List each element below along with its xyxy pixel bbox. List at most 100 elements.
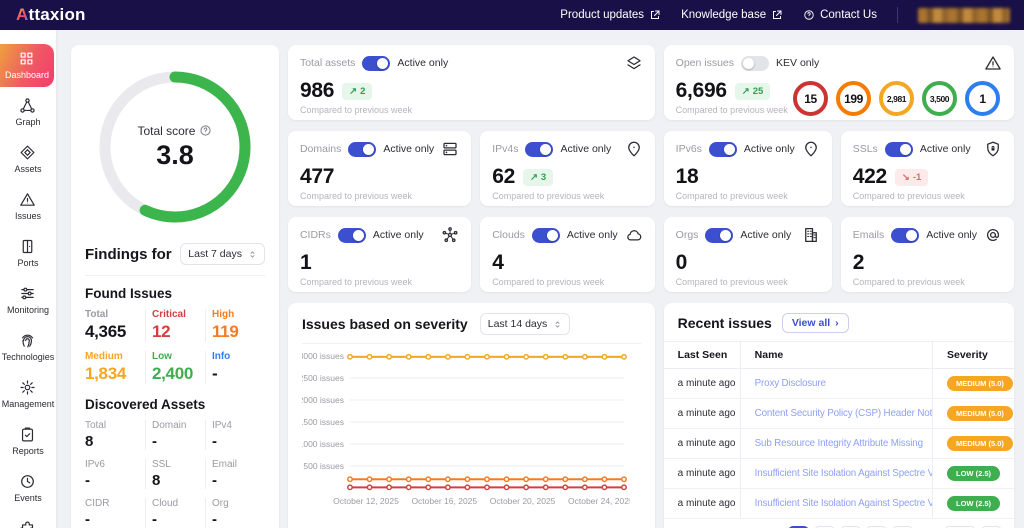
- location-pin-icon: [802, 140, 820, 158]
- stat-value: -: [152, 433, 199, 450]
- main-content: Total score 3.8 Findings for Last 7 days…: [56, 30, 1024, 528]
- stat-card-note: Compared to previous week: [853, 191, 1002, 201]
- graph-icon: [19, 97, 36, 114]
- sidebar-item-label: Monitoring: [7, 305, 49, 315]
- chart-range-select[interactable]: Last 14 days: [480, 313, 571, 335]
- sidebar-item-management[interactable]: Management: [0, 373, 56, 416]
- toggle-knob: [540, 144, 551, 155]
- attaxion-logo[interactable]: Attaxion: [16, 5, 86, 25]
- severity-ring-medium: 2,981: [879, 81, 914, 116]
- stat-label: IPv4: [212, 420, 259, 431]
- ipv4s-toggle[interactable]: [525, 142, 553, 157]
- issue-link[interactable]: Insufficient Site Isolation Against Spec…: [740, 489, 932, 518]
- clouds-toggle[interactable]: [532, 228, 560, 243]
- discovered-assets-grid: Total 8Domain -IPv4 -IPv6 -SSL 8Email -C…: [85, 420, 265, 528]
- sidebar-item-label: Dashboard: [5, 70, 49, 80]
- issue-link[interactable]: Insufficient Site Isolation Against Spec…: [740, 459, 932, 488]
- question-circle-icon[interactable]: [199, 124, 212, 137]
- sidebar-item-integrations[interactable]: Integrations: [0, 514, 56, 528]
- stat-card-value: 2: [853, 251, 864, 275]
- alert-triangle-icon: [19, 191, 36, 208]
- found-issue-critical: Critical 12: [145, 309, 205, 342]
- redacted-user-info[interactable]: [918, 8, 1010, 23]
- stat-card-label: Clouds: [492, 229, 525, 241]
- toggle-label: KEV only: [776, 57, 819, 69]
- orgs-toggle[interactable]: [705, 228, 733, 243]
- discovered-asset-ipv4: IPv4 -: [205, 420, 265, 450]
- select-caret-icon: [553, 320, 562, 329]
- sidebar-item-assets[interactable]: Assets: [0, 138, 56, 181]
- stat-value: 8: [152, 472, 199, 489]
- stat-label: CIDR: [85, 498, 139, 509]
- svg-text:October 12, 2025: October 12, 2025: [333, 496, 399, 506]
- svg-text:1500 issues: 1500 issues: [302, 417, 344, 427]
- svg-text:2000 issues: 2000 issues: [302, 395, 344, 405]
- total-score-value: 3.8: [156, 140, 194, 171]
- clipboard-check-icon: [19, 426, 36, 443]
- svg-text:October 20, 2025: October 20, 2025: [490, 496, 556, 506]
- product-updates-link[interactable]: Product updates: [560, 9, 661, 21]
- severity-ring-low: 3,500: [922, 81, 957, 116]
- sidebar-item-technologies[interactable]: Technologies: [0, 326, 56, 369]
- delta-badge: ↘-1: [895, 169, 928, 186]
- open-issues-toggle[interactable]: [741, 56, 769, 71]
- sidebar-item-reports[interactable]: Reports: [0, 420, 56, 463]
- sidebar-item-events[interactable]: Events: [0, 467, 56, 510]
- shield-lock-icon: [984, 140, 1002, 158]
- table-row: a minute ago Insufficient Site Isolation…: [664, 489, 1014, 519]
- toggle-label: Active only: [397, 57, 448, 69]
- total-score-label: Total score: [137, 124, 195, 138]
- severity-cell: LOW (2.5): [932, 459, 1014, 488]
- findings-range-select[interactable]: Last 7 days: [180, 243, 265, 265]
- sidebar-item-monitoring[interactable]: Monitoring: [0, 279, 56, 322]
- toggle-label: Active only: [560, 143, 611, 155]
- stat-card-value: 477: [300, 165, 334, 189]
- column-header-name: Name: [740, 342, 932, 368]
- discovered-asset-total: Total 8: [85, 420, 145, 450]
- knowledge-base-link[interactable]: Knowledge base: [681, 9, 783, 21]
- emails-toggle[interactable]: [891, 228, 919, 243]
- severity-cell: LOW (2.5): [932, 489, 1014, 518]
- issue-link[interactable]: Sub Resource Integrity Attribute Missing: [740, 429, 932, 458]
- toggle-knob: [353, 230, 364, 241]
- stat-value: -: [212, 433, 259, 450]
- svg-text:1000 issues: 1000 issues: [302, 439, 344, 449]
- ipv6s-card: IPv6s Active only 18 Compared to previou…: [664, 131, 832, 206]
- cidrs-card: CIDRs Active only 1 Compared to previous…: [288, 217, 471, 292]
- severity-ring-info: 1: [965, 81, 1000, 116]
- view-all-button[interactable]: View all ›: [782, 313, 849, 333]
- sidebar-item-ports[interactable]: Ports: [0, 232, 56, 275]
- contact-us-button[interactable]: Contact Us: [803, 9, 877, 21]
- stat-value: -: [212, 472, 259, 489]
- sidebar-item-issues[interactable]: Issues: [0, 185, 56, 228]
- stat-value: 1,834: [85, 364, 139, 384]
- discovered-asset-ssl: SSL 8: [145, 459, 205, 489]
- stat-card-note: Compared to previous week: [300, 277, 459, 287]
- ssls-toggle[interactable]: [885, 142, 913, 157]
- sliders-icon: [19, 285, 36, 302]
- stat-label: Org: [212, 498, 259, 509]
- found-issue-total: Total 4,365: [85, 309, 145, 342]
- ipv6s-toggle[interactable]: [709, 142, 737, 157]
- puzzle-icon: [19, 520, 36, 528]
- sidebar-item-label: Events: [14, 493, 42, 503]
- discovered-asset-cidr: CIDR -: [85, 498, 145, 528]
- svg-text:October 16, 2025: October 16, 2025: [411, 496, 477, 506]
- top-navbar: Attaxion Product updates Knowledge base …: [0, 0, 1024, 30]
- toggle-knob: [900, 144, 911, 155]
- issue-link[interactable]: Proxy Disclosure: [740, 369, 932, 398]
- stat-value: 119: [212, 322, 259, 342]
- sidebar-item-dashboard[interactable]: Dashboard: [0, 44, 54, 87]
- found-issues-title: Found Issues: [85, 286, 265, 301]
- at-sign-icon: [984, 226, 1002, 244]
- cidrs-toggle[interactable]: [338, 228, 366, 243]
- logo-letter: A: [16, 5, 28, 25]
- domains-toggle[interactable]: [348, 142, 376, 157]
- svg-text:500 issues: 500 issues: [303, 461, 344, 471]
- table-row: a minute ago Sub Resource Integrity Attr…: [664, 429, 1014, 459]
- sidebar-item-graph[interactable]: Graph: [0, 91, 56, 134]
- issue-link[interactable]: Content Security Policy (CSP) Header Not…: [740, 399, 932, 428]
- total-assets-toggle[interactable]: [362, 56, 390, 71]
- severity-line-chart: 3000 issues2500 issues2000 issues1500 is…: [302, 344, 641, 528]
- toggle-label: Active only: [740, 229, 791, 241]
